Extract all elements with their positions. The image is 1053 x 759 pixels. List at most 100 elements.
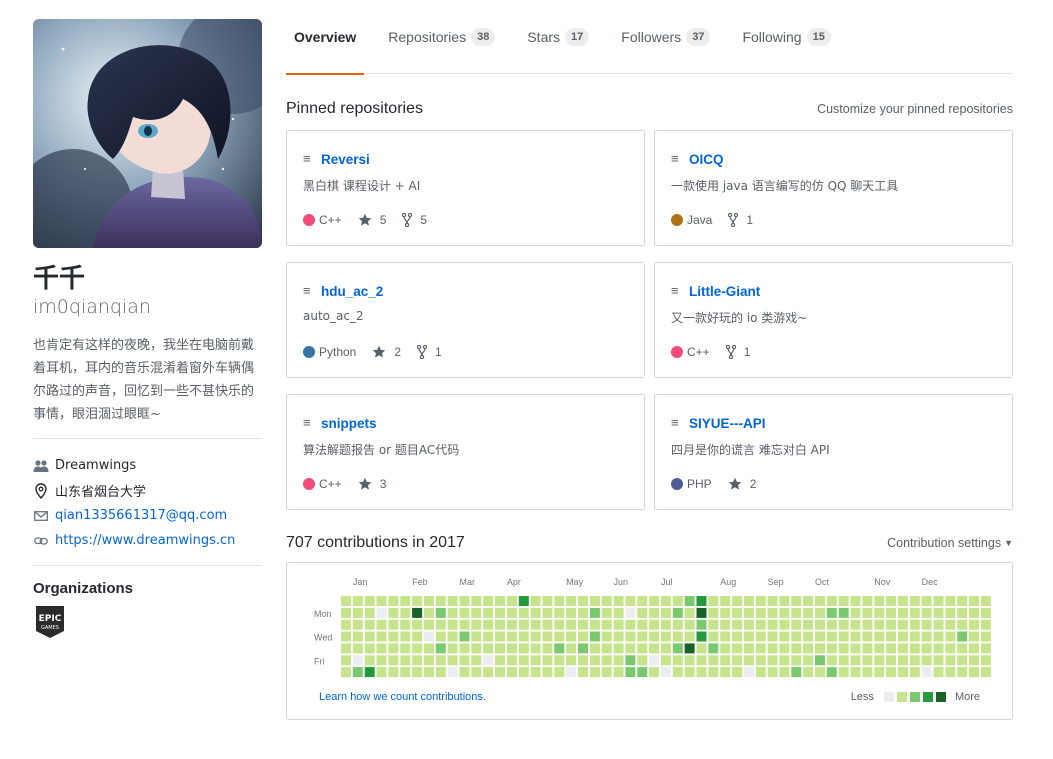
tab-followers[interactable]: Followers 37 xyxy=(613,0,718,74)
repo-stars-link[interactable]: 2 xyxy=(728,477,756,491)
contribution-day[interactable] xyxy=(672,631,683,642)
contribution-day[interactable] xyxy=(980,631,991,642)
contribution-day[interactable] xyxy=(660,667,671,678)
contribution-day[interactable] xyxy=(625,619,636,630)
contribution-day[interactable] xyxy=(672,596,683,606)
pinned-repo-card[interactable]: ≡ OICQ 一款使用 java 语言编写的仿 QQ 聊天工具 Java 1 xyxy=(654,130,1013,246)
contribution-day[interactable] xyxy=(909,643,920,654)
contribution-day[interactable] xyxy=(364,631,375,642)
tab-following[interactable]: Following 15 xyxy=(734,0,838,74)
contribution-day[interactable] xyxy=(613,596,624,606)
contribution-day[interactable] xyxy=(803,596,814,606)
contribution-day[interactable] xyxy=(850,643,861,654)
contribution-day[interactable] xyxy=(815,631,825,642)
contribution-day[interactable] xyxy=(660,643,671,654)
pinned-repo-card[interactable]: ≡ Little-Giant 又一款好玩的 io 类游戏~ C++ 1 xyxy=(654,262,1013,378)
contribution-day[interactable] xyxy=(945,643,956,654)
contribution-day[interactable] xyxy=(530,631,541,642)
contribution-day[interactable] xyxy=(566,596,577,606)
contribution-day[interactable] xyxy=(921,643,932,654)
contribution-day[interactable] xyxy=(601,655,612,666)
contribution-day[interactable] xyxy=(767,643,778,654)
contribution-day[interactable] xyxy=(850,667,861,678)
contribution-day[interactable] xyxy=(530,643,541,654)
contribution-day[interactable] xyxy=(578,619,588,630)
contribution-day[interactable] xyxy=(400,655,411,666)
contribution-day[interactable] xyxy=(969,596,979,606)
contribution-day[interactable] xyxy=(530,667,541,678)
contribution-day[interactable] xyxy=(542,631,553,642)
contribution-day[interactable] xyxy=(412,596,423,606)
contribution-day[interactable] xyxy=(649,619,660,630)
contribution-day[interactable] xyxy=(957,643,968,654)
contribution-day[interactable] xyxy=(767,631,778,642)
contribution-day[interactable] xyxy=(506,643,517,654)
contribution-day[interactable] xyxy=(743,596,754,606)
contribution-day[interactable] xyxy=(732,655,743,666)
contribution-day[interactable] xyxy=(826,655,837,666)
contribution-day[interactable] xyxy=(874,655,885,666)
contribution-day[interactable] xyxy=(755,619,766,630)
contribution-day[interactable] xyxy=(684,643,695,654)
contribution-day[interactable] xyxy=(980,619,991,630)
contribution-day[interactable] xyxy=(720,643,731,654)
repo-forks-link[interactable]: 1 xyxy=(725,345,750,359)
contribution-day[interactable] xyxy=(495,667,505,678)
contribution-day[interactable] xyxy=(708,643,719,654)
contribution-day[interactable] xyxy=(554,667,565,678)
contribution-day[interactable] xyxy=(672,643,683,654)
contribution-day[interactable] xyxy=(566,607,577,618)
contribution-day[interactable] xyxy=(483,655,494,666)
contribution-day[interactable] xyxy=(506,619,517,630)
contribution-day[interactable] xyxy=(933,643,944,654)
contribution-day[interactable] xyxy=(601,631,612,642)
repo-name-link[interactable]: Little-Giant xyxy=(689,284,760,299)
contribution-day[interactable] xyxy=(376,631,387,642)
contribution-day[interactable] xyxy=(554,655,565,666)
contribution-day[interactable] xyxy=(376,596,387,606)
contribution-day[interactable] xyxy=(909,619,920,630)
contribution-day[interactable] xyxy=(352,619,363,630)
contribution-day[interactable] xyxy=(601,643,612,654)
contribution-day[interactable] xyxy=(613,643,624,654)
contribution-day[interactable] xyxy=(708,596,719,606)
contribution-day[interactable] xyxy=(815,596,825,606)
contribution-day[interactable] xyxy=(341,643,351,654)
contribution-day[interactable] xyxy=(613,667,624,678)
contribution-day[interactable] xyxy=(459,619,470,630)
contribution-day[interactable] xyxy=(471,643,482,654)
contribution-day[interactable] xyxy=(625,655,636,666)
customize-pinned-link[interactable]: Customize your pinned repositories xyxy=(817,102,1013,116)
contribution-day[interactable] xyxy=(957,631,968,642)
contribution-day[interactable] xyxy=(815,643,825,654)
profile-website[interactable]: https://www.dreamwings.cn xyxy=(33,528,262,553)
contribution-day[interactable] xyxy=(732,631,743,642)
contribution-day[interactable] xyxy=(364,619,375,630)
contribution-day[interactable] xyxy=(779,596,790,606)
contribution-day[interactable] xyxy=(909,655,920,666)
contribution-day[interactable] xyxy=(542,667,553,678)
contribution-day[interactable] xyxy=(980,607,991,618)
contribution-day[interactable] xyxy=(471,607,482,618)
contribution-day[interactable] xyxy=(649,607,660,618)
contribution-day[interactable] xyxy=(696,667,707,678)
contribution-day[interactable] xyxy=(660,655,671,666)
contribution-day[interactable] xyxy=(435,643,446,654)
contribution-day[interactable] xyxy=(435,667,446,678)
contribution-day[interactable] xyxy=(364,655,375,666)
contribution-day[interactable] xyxy=(388,667,399,678)
contribution-day[interactable] xyxy=(696,631,707,642)
contribution-day[interactable] xyxy=(897,655,908,666)
contribution-day[interactable] xyxy=(613,631,624,642)
repo-stars-link[interactable]: 3 xyxy=(358,477,386,491)
contribution-day[interactable] xyxy=(341,631,351,642)
contribution-day[interactable] xyxy=(886,631,897,642)
contribution-day[interactable] xyxy=(341,619,351,630)
contribution-day[interactable] xyxy=(542,596,553,606)
contribution-day[interactable] xyxy=(495,607,505,618)
contribution-day[interactable] xyxy=(435,631,446,642)
avatar[interactable] xyxy=(33,19,262,248)
tab-overview[interactable]: Overview xyxy=(286,0,365,75)
contribution-day[interactable] xyxy=(803,655,814,666)
pinned-repo-card[interactable]: ≡ Reversi 黑白棋 课程设计 + AI C++ 5 5 xyxy=(286,130,645,246)
